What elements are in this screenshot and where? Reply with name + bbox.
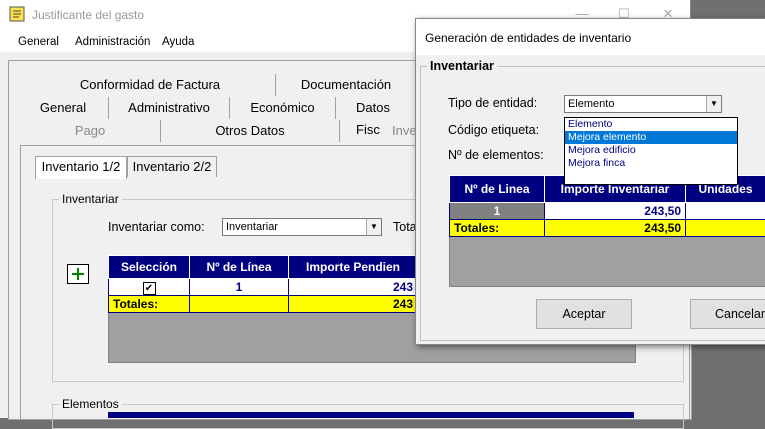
tab-pago[interactable]: Pago bbox=[20, 120, 161, 142]
row-unidades[interactable] bbox=[686, 203, 765, 220]
tab-otros-datos[interactable]: Otros Datos bbox=[161, 120, 340, 142]
totals-value: 243 bbox=[289, 296, 418, 313]
row-linea: 1 bbox=[450, 203, 545, 220]
num-elementos-label: Nº de elementos: bbox=[448, 148, 544, 162]
row-importe: 243 bbox=[289, 279, 418, 296]
tab-label: Administrativo bbox=[128, 100, 210, 115]
totals-empty bbox=[190, 296, 289, 313]
tab-administrativo[interactable]: Administrativo bbox=[109, 97, 230, 119]
dialog-title: Generación de entidades de inventario bbox=[425, 31, 631, 45]
col-num-linea[interactable]: Nº de Linea bbox=[450, 176, 545, 203]
tab-label: Conformidad de Factura bbox=[80, 77, 220, 92]
totals-value: 243,50 bbox=[545, 220, 686, 237]
tab-datos-fiscales[interactable]: Datos Fisc bbox=[336, 97, 416, 119]
cancelar-button[interactable]: Cancelar bbox=[690, 299, 765, 329]
check-icon: ✔ bbox=[143, 282, 156, 295]
tab-label: General bbox=[40, 100, 86, 115]
row-importe[interactable]: 243,50 bbox=[545, 203, 686, 220]
row-select-checkbox[interactable]: ✔ bbox=[109, 279, 190, 296]
totals-label: Totales: bbox=[109, 296, 190, 313]
inventariar-como-label: Inventariar como: bbox=[108, 220, 205, 234]
group-legend: Inventariar bbox=[427, 59, 497, 73]
tab-label: Inve bbox=[392, 123, 417, 138]
tab-general[interactable]: General bbox=[18, 97, 109, 119]
total-label: Tota bbox=[393, 220, 417, 234]
inventariar-como-select[interactable]: Inventariar ▼ bbox=[222, 218, 382, 236]
menu-general[interactable]: General bbox=[18, 36, 59, 48]
plus-icon bbox=[68, 265, 88, 283]
col-importe-pendiente[interactable]: Importe Pendien bbox=[289, 256, 418, 279]
col-num-linea[interactable]: Nº de Línea bbox=[190, 256, 289, 279]
menu-administracion[interactable]: Administración bbox=[75, 36, 150, 48]
col-seleccion[interactable]: Selección bbox=[109, 256, 190, 279]
row-linea: 1 bbox=[190, 279, 289, 296]
subtab-label: Inventario 1/2 bbox=[42, 159, 121, 174]
table-row[interactable]: 1 243,50 bbox=[450, 203, 765, 220]
tab-economico[interactable]: Económico bbox=[230, 97, 336, 119]
inventariar-grid: Selección Nº de Línea Importe Pendien ✔ … bbox=[108, 255, 418, 313]
group-legend: Elementos bbox=[59, 397, 122, 411]
codigo-etiqueta-label: Código etiqueta: bbox=[448, 123, 539, 137]
dropdown-option-mejora-edificio[interactable]: Mejora edificio bbox=[565, 144, 737, 157]
select-value: Elemento bbox=[568, 98, 614, 110]
chevron-down-icon: ▼ bbox=[706, 96, 721, 112]
tab-documentacion[interactable]: Documentación bbox=[276, 74, 416, 96]
tipo-entidad-label: Tipo de entidad: bbox=[448, 96, 537, 110]
tab-label: Económico bbox=[250, 100, 314, 115]
totals-empty bbox=[686, 220, 765, 237]
totals-label: Totales: bbox=[450, 220, 545, 237]
subtab-label: Inventario 2/2 bbox=[133, 159, 212, 174]
app-icon bbox=[9, 6, 25, 22]
dialog-title-bar: Generación de entidades de inventario bbox=[416, 19, 765, 55]
menu-ayuda[interactable]: Ayuda bbox=[162, 36, 194, 48]
dropdown-option-mejora-finca[interactable]: Mejora finca bbox=[565, 157, 737, 170]
tipo-entidad-dropdown-list: Elemento Mejora elemento Mejora edificio… bbox=[564, 117, 738, 185]
add-button[interactable] bbox=[67, 264, 89, 284]
tab-label: Pago bbox=[75, 123, 105, 138]
elementos-grid-header bbox=[108, 412, 634, 418]
chevron-down-icon: ▼ bbox=[366, 219, 381, 235]
dropdown-option-elemento[interactable]: Elemento bbox=[565, 118, 737, 131]
subtab-inventario-1[interactable]: Inventario 1/2 bbox=[35, 156, 127, 179]
tab-inventario[interactable]: Inve bbox=[340, 120, 416, 142]
totals-row: Totales: 243,50 bbox=[450, 220, 765, 237]
dropdown-option-mejora-elemento[interactable]: Mejora elemento bbox=[565, 131, 737, 144]
tab-label: Documentación bbox=[301, 77, 391, 92]
select-value: Inventariar bbox=[226, 221, 278, 233]
aceptar-button[interactable]: Aceptar bbox=[536, 299, 632, 329]
dialog-window: Generación de entidades de inventario In… bbox=[415, 18, 765, 345]
tab-label: Otros Datos bbox=[215, 123, 284, 138]
window-title: Justificante del gasto bbox=[32, 8, 144, 22]
group-legend: Inventariar bbox=[59, 192, 122, 206]
tipo-entidad-select[interactable]: Elemento ▼ bbox=[564, 95, 722, 113]
tab-conformidad[interactable]: Conformidad de Factura bbox=[25, 74, 276, 96]
table-row[interactable]: ✔ 1 243 bbox=[109, 279, 418, 296]
totals-row: Totales: 243 bbox=[109, 296, 418, 313]
subtab-inventario-2[interactable]: Inventario 2/2 bbox=[127, 156, 217, 177]
